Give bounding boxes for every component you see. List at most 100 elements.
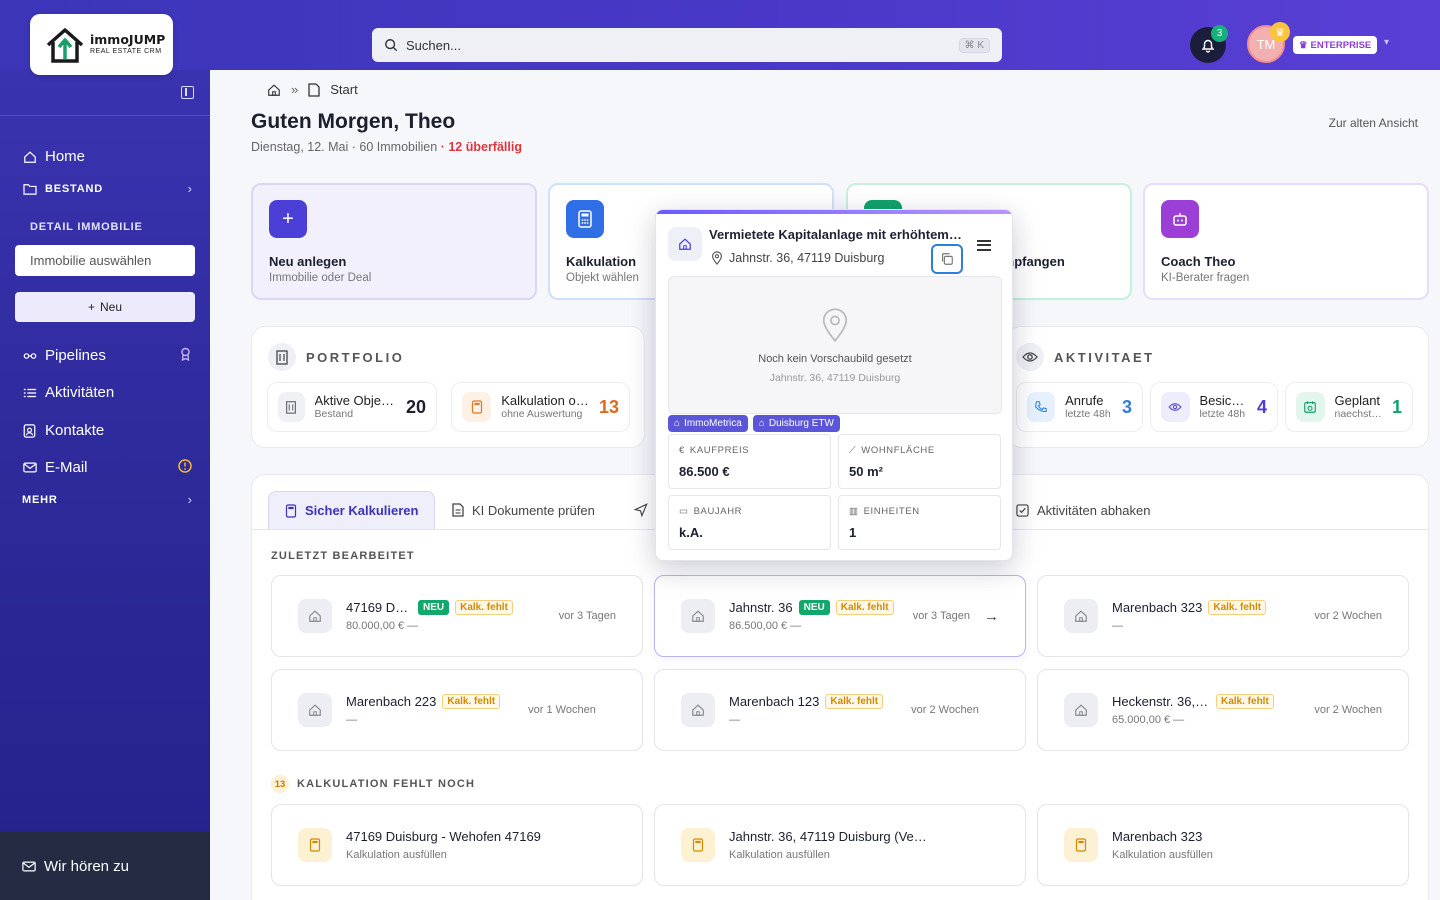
field-wohnflaeche: ⟋ WOHNFLÄCHE 50 m² [838, 434, 1001, 489]
sidebar-item-email[interactable]: E-Mail [22, 459, 192, 476]
list-item[interactable]: Marenbach 323 Kalkulation ausfüllen [1037, 804, 1409, 886]
item-sub: Kalkulation ausfüllen [346, 849, 447, 861]
stat-geplant[interactable]: Geplantnaechste Tage 1 [1285, 382, 1413, 432]
search-input[interactable]: Suchen... [406, 38, 461, 53]
preview-image-placeholder[interactable]: Noch kein Vorschaubild gesetzt Jahnstr. … [668, 276, 1002, 414]
portfolio-title: PORTFOLIO [306, 349, 405, 365]
plus-icon: + [269, 200, 307, 238]
popover-address-text: Jahnstr. 36, 47119 Duisburg [729, 251, 885, 265]
preview-address: Jahnstr. 36, 47119 Duisburg [769, 372, 901, 384]
stat-value: 3 [1121, 396, 1132, 417]
collapse-sidebar-icon[interactable] [181, 86, 194, 99]
tab-label: Aktivitäten abhaken [1037, 502, 1151, 518]
list-item[interactable]: Heckenstr. 36, Duisburg Kalk. fehlt 65.000… [1037, 669, 1409, 751]
sidebar-item-label: BESTAND [45, 182, 103, 195]
logo[interactable]: immoJUMP REAL ESTATE CRM [30, 14, 173, 75]
eye-icon [1161, 392, 1190, 422]
tab-ki-dokumente[interactable]: KI Dokumente prüfen [436, 491, 611, 529]
stat-besichtigungen[interactable]: Besichtigungenletzte 48h 4 [1150, 382, 1278, 432]
chevron-down-icon[interactable]: ▾ [1384, 37, 1389, 48]
stat-value: 20 [405, 396, 426, 417]
list-item[interactable]: Jahnstr. 36, 47119 Duisburg (Vermietete)… [654, 804, 1026, 886]
sidebar-item-pipelines[interactable]: Pipelines [22, 347, 192, 364]
sidebar-item-home[interactable]: Home [22, 148, 192, 165]
list-item[interactable]: 47169 Duisburg - Wehofen 47169 Kalkulatio… [271, 804, 643, 886]
item-time: vor 2 Wochen [911, 704, 979, 716]
section-missing-title: KALKULATION FEHLT NOCH [297, 778, 476, 790]
stat-title: Kalkulation offen [501, 393, 589, 408]
document-icon [452, 503, 464, 517]
quick-action-sub: KI-Berater fragen [1161, 272, 1250, 284]
menu-icon[interactable] [977, 237, 991, 253]
stat-title: Besichtigungen [1199, 393, 1247, 408]
calendar-icon [1296, 392, 1325, 422]
field-label: EINHEITEN [863, 506, 920, 517]
stat-sub: naechste Tage [1334, 408, 1382, 421]
search-bar[interactable]: Suchen... ⌘ K [372, 28, 1002, 62]
item-name: Jahnstr. 36, 47119 Duisburg (Vermietete) [729, 829, 929, 844]
sidebar-item-aktivitaeten[interactable]: Aktivitäten [22, 384, 192, 401]
euro-icon: € [679, 445, 685, 456]
missing-count-badge: 13 [271, 775, 289, 793]
field-label: KAUFPREIS [689, 445, 750, 456]
portfolio-panel: PORTFOLIO Aktive Objekte Bestand 20 Kalku… [251, 326, 645, 448]
home-icon [22, 149, 37, 164]
sidebar-section-detail: DETAIL IMMOBILIE [30, 221, 143, 233]
tab-aktivitaeten-abhaken[interactable]: Aktivitäten abhaken [1000, 491, 1166, 529]
crown-icon: ♛ [1270, 22, 1290, 42]
list-item[interactable]: Jahnstr. 36 NEU Kalk. fehlt 86.500,00 € — v… [654, 575, 1026, 657]
calculator-icon [285, 503, 297, 518]
warning-icon [178, 459, 192, 476]
list-item[interactable]: Marenbach 223 Kalk. fehlt — vor 1 Wochen [271, 669, 643, 751]
stat-title: Anrufe [1065, 393, 1104, 408]
breadcrumb-current: Start [330, 82, 358, 97]
list-item[interactable]: Marenbach 323 Kalk. fehlt — vor 2 Wochen [1037, 575, 1409, 657]
old-view-link[interactable]: Zur alten Ansicht [1329, 116, 1418, 130]
stat-kalkulation-offen[interactable]: Kalkulation offen ohne Auswertung 13 [451, 382, 630, 432]
calculator-icon [681, 828, 715, 862]
date-text: Dienstag, 12. Mai [251, 140, 349, 154]
item-sub: 80.000,00 € — [346, 620, 419, 632]
item-name: 47169 Duisburg - Wehofen 47169 [346, 829, 541, 844]
sidebar: Home BESTAND › DETAIL IMMOBILIE Immobili… [0, 70, 210, 900]
home-icon [298, 599, 332, 633]
stat-value: 4 [1256, 396, 1267, 417]
kalk-missing-badge: Kalk. fehlt [1208, 600, 1267, 615]
tag-label: ImmoMetrica [684, 418, 742, 429]
field-value: 1 [849, 525, 857, 540]
quick-action-coach[interactable]: Coach Theo KI-Berater fragen [1143, 183, 1429, 300]
item-name: Jahnstr. 36 [729, 600, 793, 615]
tag[interactable]: ⌂ ImmoMetrica [668, 415, 748, 432]
new-badge: NEU [418, 600, 450, 615]
stat-sub: letzte 48h [1065, 408, 1111, 421]
chevron-right-icon: › [187, 492, 192, 507]
quick-action-new[interactable]: + Neu anlegen Immobilie oder Deal [251, 183, 537, 300]
tab-sicher-kalkulieren[interactable]: Sicher Kalkulieren [268, 491, 436, 529]
copy-button[interactable] [931, 244, 963, 274]
home-icon[interactable] [267, 83, 281, 97]
breadcrumb-separator-icon: » [291, 82, 299, 97]
stat-anrufe[interactable]: Anrufe letzte 48h 3 [1016, 382, 1143, 432]
item-name: Marenbach 223 [346, 694, 437, 709]
item-sub: 65.000,00 € — [1112, 714, 1185, 726]
stat-aktive-objekte[interactable]: Aktive Objekte Bestand 20 [267, 382, 437, 432]
section-missing: 13 KALKULATION FEHLT NOCH [271, 775, 475, 793]
item-name: Marenbach 323 [1112, 600, 1203, 615]
property-count: · 60 Immobilien [351, 140, 438, 154]
tab-label: KI Dokumente prüfen [472, 502, 595, 518]
award-icon [179, 347, 192, 364]
sidebar-item-kontakte[interactable]: Kontakte [22, 422, 192, 439]
property-select[interactable]: Immobilie auswählen [15, 245, 195, 276]
sidebar-item-mehr[interactable]: MEHR › [22, 492, 192, 507]
activity-panel: AKTIVITAET Anrufeletzte 48h 3 Besichtigu… [1007, 326, 1429, 448]
new-property-button[interactable]: + Neu [15, 292, 195, 322]
feedback-button[interactable]: Wir hören zu [0, 832, 210, 900]
sidebar-item-bestand[interactable]: BESTAND › [22, 181, 192, 196]
tag[interactable]: ⌂ Duisburg ETW [752, 415, 840, 432]
calendar-icon: ▭ [679, 506, 689, 517]
sidebar-item-label: Kontakte [45, 422, 105, 439]
no-preview-text: Noch kein Vorschaubild gesetzt [758, 353, 912, 365]
arrow-right-icon[interactable]: → [984, 608, 999, 625]
list-item[interactable]: Marenbach 123 Kalk. fehlt — vor 2 Wochen [654, 669, 1026, 751]
list-item[interactable]: 47169 Duisburg NEU Kalk. fehlt 80.000,00 € … [271, 575, 643, 657]
